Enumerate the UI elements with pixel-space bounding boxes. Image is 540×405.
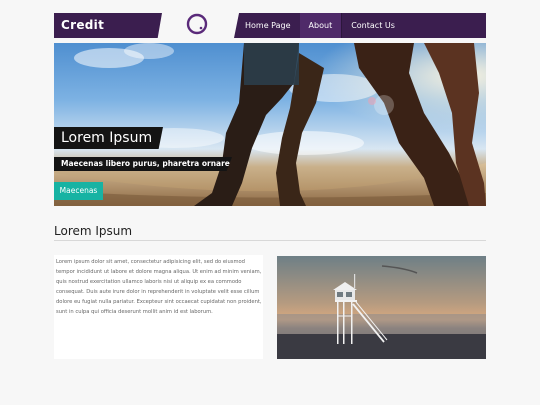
hero-photo (54, 43, 486, 206)
nav-about[interactable]: About (299, 13, 342, 38)
hero-cta-button[interactable]: Maecenas (54, 182, 103, 200)
nav-home[interactable]: Home Page (234, 13, 300, 38)
nav-contact[interactable]: Contact Us (341, 13, 404, 38)
hero-title: Lorem Ipsum (54, 127, 163, 149)
divider (54, 240, 486, 241)
lifeguard-tower-photo (277, 256, 486, 359)
section-body-text: Lorem ipsum dolor sit amet, consectetur … (56, 259, 262, 316)
hero-subtitle: Maecenas libero purus, pharetra ornare (54, 157, 232, 171)
lifeguard-photo-graphic (277, 256, 486, 359)
circle-logo-icon[interactable] (186, 13, 208, 35)
brand-logo-text[interactable]: Credit (54, 13, 162, 38)
section-heading: Lorem Ipsum (54, 224, 133, 238)
hero-banner: Lorem Ipsum Maecenas libero purus, phare… (54, 43, 486, 206)
main-nav: Home Page About Contact Us (234, 13, 486, 38)
